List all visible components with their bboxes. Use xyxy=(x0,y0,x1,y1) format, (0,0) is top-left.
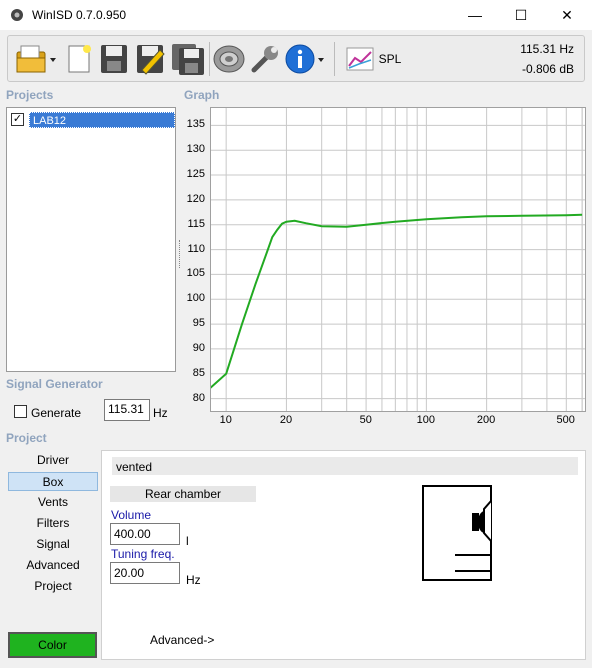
window-title: WinISD 0.7.0.950 xyxy=(32,8,127,22)
y-tick-label: 90 xyxy=(192,341,205,354)
app-icon xyxy=(11,9,23,21)
save-all-button[interactable] xyxy=(170,41,206,77)
volume-label: Volume xyxy=(111,508,152,522)
nav-driver[interactable]: Driver xyxy=(8,451,98,470)
x-tick-label: 200 xyxy=(476,414,496,426)
y-tick-label: 135 xyxy=(186,118,205,131)
volume-unit: l xyxy=(186,534,189,548)
nav-project[interactable]: Project xyxy=(8,577,98,596)
rear-chamber-header: Rear chamber xyxy=(110,486,256,502)
x-tick-label: 20 xyxy=(279,414,293,426)
box-diagram-icon xyxy=(422,485,492,581)
project-checkbox[interactable]: ✓ xyxy=(11,113,24,126)
info-icon xyxy=(285,44,324,74)
box-type-label: vented xyxy=(112,457,578,475)
minimize-button[interactable]: — xyxy=(452,0,498,30)
signal-generator-heading: Signal Generator xyxy=(6,377,103,391)
advanced-link[interactable]: Advanced-> xyxy=(150,633,214,647)
spl-graph-icon xyxy=(346,47,374,71)
tuning-freq-input[interactable]: 20.00 xyxy=(110,562,180,584)
save-button[interactable] xyxy=(98,41,130,77)
nav-advanced[interactable]: Advanced xyxy=(8,556,98,575)
open-folder-button[interactable] xyxy=(14,41,58,77)
nav-signal[interactable]: Signal xyxy=(8,535,98,554)
maximize-button[interactable]: ☐ xyxy=(498,0,544,30)
save-icon xyxy=(101,45,127,73)
project-item[interactable]: ✓ LAB12 xyxy=(11,112,175,128)
y-tick-label: 115 xyxy=(187,217,205,230)
generate-checkbox[interactable] xyxy=(14,405,27,418)
spl-graph[interactable] xyxy=(206,107,586,412)
generate-label: Generate xyxy=(31,406,82,420)
x-tick-label: 50 xyxy=(359,414,372,426)
title-bar: WinISD 0.7.0.950 — ☐ ✕ xyxy=(0,0,592,30)
generator-frequency-unit: Hz xyxy=(153,406,168,420)
edit-button[interactable] xyxy=(134,41,166,77)
y-tick-label: 100 xyxy=(186,292,205,305)
box-panel: vented Rear chamber Volume 400.00 l Tuni… xyxy=(101,450,586,660)
save-all-icon xyxy=(172,44,204,75)
new-document-button[interactable] xyxy=(64,41,94,77)
toolbar: SPL 115.31 Hz -0.806 dB xyxy=(7,35,585,82)
spl-graph-button[interactable]: SPL xyxy=(338,41,408,77)
frequency-readout: 115.31 Hz xyxy=(520,42,574,56)
graph-heading: Graph xyxy=(184,88,220,102)
y-tick-label: 80 xyxy=(192,391,205,404)
level-readout: -0.806 dB xyxy=(521,62,574,76)
spl-curve xyxy=(206,213,583,392)
projects-heading: Projects xyxy=(6,88,54,102)
tuning-freq-unit: Hz xyxy=(186,573,201,587)
info-button[interactable] xyxy=(284,41,328,77)
y-tick-label: 130 xyxy=(186,143,205,156)
settings-button[interactable] xyxy=(248,41,282,77)
close-button[interactable]: ✕ xyxy=(544,0,590,30)
y-tick-label: 95 xyxy=(192,317,205,330)
nav-vents[interactable]: Vents xyxy=(8,493,98,512)
graph-plot xyxy=(206,108,585,411)
nav-filters[interactable]: Filters xyxy=(8,514,98,533)
project-heading: Project xyxy=(6,431,47,445)
y-tick-label: 120 xyxy=(186,192,205,205)
open-folder-icon xyxy=(16,45,56,73)
wrench-icon xyxy=(251,46,278,73)
projects-list: ✓ LAB12 xyxy=(6,107,176,372)
volume-input[interactable]: 400.00 xyxy=(110,523,180,545)
project-label[interactable]: LAB12 xyxy=(29,112,175,128)
y-tick-label: 85 xyxy=(192,366,205,379)
x-tick-label: 100 xyxy=(416,414,435,426)
speaker-icon xyxy=(213,45,245,73)
spl-label: SPL xyxy=(378,52,402,66)
nav-box[interactable]: Box xyxy=(8,472,98,491)
new-document-icon xyxy=(68,45,91,73)
color-button[interactable]: Color xyxy=(8,632,97,658)
y-tick-label: 110 xyxy=(187,242,205,255)
tuning-freq-label: Tuning freq. xyxy=(111,547,175,561)
x-tick-label: 500 xyxy=(556,414,575,426)
y-tick-label: 125 xyxy=(186,168,205,181)
edit-icon xyxy=(137,45,165,75)
generator-frequency-input[interactable]: 115.31 xyxy=(104,399,150,421)
driver-button[interactable] xyxy=(212,41,246,77)
y-tick-label: 105 xyxy=(186,267,205,280)
x-tick-label: 10 xyxy=(219,414,232,426)
